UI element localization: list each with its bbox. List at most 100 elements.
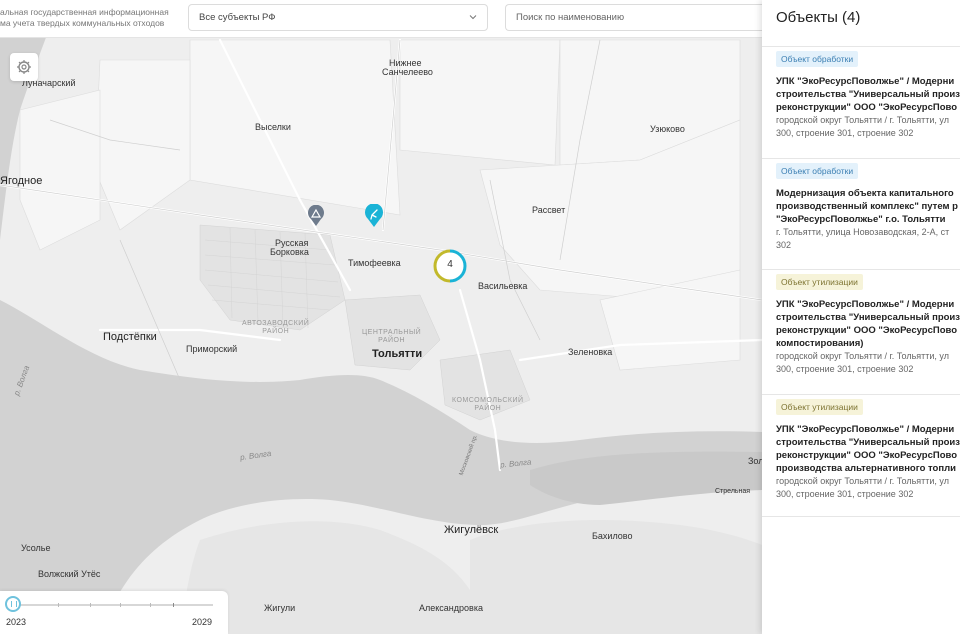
warning-pin-icon (308, 204, 324, 226)
object-title-line: реконструкции" ООО "ЭкоРесурсПово (776, 325, 958, 336)
object-title-line: производственный комплекс" путем р (776, 201, 958, 212)
object-title: УПК "ЭкоРесурсПоволжье" / Модерни строите… (776, 298, 960, 350)
object-address-line: 300, строение 301, строение 302 (776, 364, 914, 374)
object-title-line: "ЭкоРесурсПоволжье" г.о. Тольятти (776, 214, 946, 225)
panel-title: Объекты (4) (776, 9, 861, 26)
cluster-count: 4 (447, 259, 453, 270)
object-address-line: городской округ Тольятти / г. Тольятти, … (776, 351, 949, 361)
place-label: Ягодное (0, 175, 43, 187)
object-title-line: строительства "Универсальный произ (776, 312, 960, 323)
timeline-tick (173, 603, 174, 607)
object-title-line: реконструкции" ООО "ЭкоРесурсПово (776, 450, 958, 461)
object-title-line: строительства "Универсальный произ (776, 437, 960, 448)
object-address: городской округ Тольятти / г. Тольятти, … (776, 475, 960, 501)
timeline-tick (120, 603, 121, 607)
place-label: Бахилово (592, 531, 633, 541)
district-label-line: ЦЕНТРАЛЬНЫЙ (362, 329, 422, 336)
object-type-badge: Объект утилизации (776, 274, 863, 290)
objects-panel: Объекты (4) Объект обработки УПК "ЭкоРесу… (762, 0, 960, 634)
district-label-line: КОМСОМОЛЬСКИЙ (452, 397, 524, 404)
object-title: Модернизация объекта капитального произво… (776, 187, 960, 226)
object-address-line: 300, строение 301, строение 302 (776, 128, 914, 138)
object-address-line: городской округ Тольятти / г. Тольятти, … (776, 476, 949, 486)
city-label: Тольятти (372, 348, 423, 360)
map-canvas[interactable]: Луначарский Нижнее Санчелеево Выселки Уз… (0, 0, 762, 634)
district-label: АВТОЗАВОДСКИЙ РАЙОН (242, 320, 309, 336)
object-address: городской округ Тольятти / г. Тольятти, … (776, 114, 960, 140)
place-label: Зеленовка (568, 347, 613, 357)
object-type-badge: Объект утилизации (776, 399, 863, 415)
object-title-line: УПК "ЭкоРесурсПоволжье" / Модерни (776, 76, 955, 87)
place-label: Санчелеево (382, 67, 433, 77)
place-label: Стрельная (715, 488, 751, 495)
layers-button[interactable] (10, 53, 38, 81)
object-card[interactable]: Объект утилизации УПК "ЭкоРесурсПоволжье"… (762, 394, 960, 509)
place-label: Рассвет (532, 205, 566, 215)
timeline-track[interactable] (13, 604, 213, 606)
object-card[interactable]: Объект обработки УПК "ЭкоРесурсПоволжье" … (762, 46, 960, 148)
place-label: Тимофеевка (348, 258, 401, 268)
district-label-line: АВТОЗАВОДСКИЙ (242, 320, 310, 327)
object-title-line: Модернизация объекта капитального (776, 188, 954, 199)
region-select[interactable]: Все субъекты РФ (188, 4, 488, 31)
object-title-line: УПК "ЭкоРесурсПоволжье" / Модерни (776, 299, 955, 310)
object-address-line: городской округ Тольятти / г. Тольятти, … (776, 115, 949, 125)
place-label: Александровка (419, 603, 483, 613)
object-title-line: производства альтернативного топли (776, 463, 956, 474)
map-cluster[interactable]: 4 (433, 249, 467, 283)
processing-pin-icon (365, 203, 383, 227)
district-label-line: РАЙОН (474, 405, 502, 412)
object-title: УПК "ЭкоРесурсПоволжье" / Модерни строите… (776, 75, 960, 114)
object-address-line: г. Тольятти, улица Новозаводская, 2-А, с… (776, 227, 950, 237)
place-label: Волжский Утёс (38, 569, 101, 579)
region-select-value: Все субъекты РФ (199, 12, 276, 23)
object-title-line: компостирования) (776, 338, 864, 349)
timeline-tick (150, 603, 151, 607)
object-address: г. Тольятти, улица Новозаводская, 2-А, с… (776, 226, 960, 252)
place-label: Выселки (255, 122, 291, 132)
object-card[interactable]: Объект обработки Модернизация объекта кап… (762, 158, 960, 260)
place-label: Васильевка (478, 281, 528, 291)
object-type-badge: Объект обработки (776, 163, 859, 179)
object-title: УПК "ЭкоРесурсПоволжье" / Модерни строите… (776, 423, 960, 475)
top-bar: альная государственная информационная ма… (0, 0, 762, 38)
map-marker-gray[interactable] (307, 204, 325, 232)
place-label: Подстёпки (103, 331, 157, 343)
district-label: ЦЕНТРАЛЬНЫЙ РАЙОН (362, 329, 421, 345)
list-end-divider (762, 516, 960, 517)
object-address-line: 302 (776, 240, 792, 250)
timeline-end-year: 2029 (192, 617, 213, 627)
object-title-line: строительства "Универсальный произ (776, 89, 960, 100)
system-title-line: ма учета твердых коммунальных отходов (0, 18, 165, 28)
timeline-pause-handle[interactable] (5, 596, 21, 612)
district-label: КОМСОМОЛЬСКИЙ РАЙОН (452, 397, 524, 413)
search-placeholder: Поиск по наименованию (516, 12, 625, 23)
place-label: Борковка (270, 247, 309, 257)
object-card[interactable]: Объект утилизации УПК "ЭкоРесурсПоволжье"… (762, 269, 960, 384)
map-marker-processing[interactable] (364, 203, 384, 233)
place-label: Зол (748, 456, 762, 466)
object-type-badge: Объект обработки (776, 51, 859, 67)
place-label: Жигули (264, 603, 296, 613)
place-label: Усолье (21, 543, 51, 553)
place-label: Узюково (650, 124, 685, 134)
district-label-line: РАЙОН (378, 337, 406, 344)
layers-gear-icon (17, 60, 31, 74)
chevron-down-icon (469, 15, 477, 20)
search-input[interactable]: Поиск по наименованию (505, 4, 762, 31)
object-title-line: реконструкции" ООО "ЭкоРесурсПово (776, 102, 958, 113)
timeline-tick (58, 603, 59, 607)
timeline-start-year: 2023 (6, 617, 27, 627)
object-address-line: 300, строение 301, строение 302 (776, 489, 914, 499)
timeline-tick (90, 603, 91, 607)
object-address: городской округ Тольятти / г. Тольятти, … (776, 350, 960, 376)
system-title-line: альная государственная информационная (0, 7, 169, 17)
map-base-layer (0, 0, 762, 634)
timeline-slider[interactable]: 2023 2029 (0, 591, 228, 634)
object-title-line: УПК "ЭкоРесурсПоволжье" / Модерни (776, 424, 955, 435)
place-label: Жигулёвск (444, 524, 499, 536)
system-title: альная государственная информационная ма… (0, 7, 180, 29)
app-root: Луначарский Нижнее Санчелеево Выселки Уз… (0, 0, 960, 634)
place-label: Приморский (186, 344, 238, 354)
district-label-line: РАЙОН (262, 328, 290, 335)
